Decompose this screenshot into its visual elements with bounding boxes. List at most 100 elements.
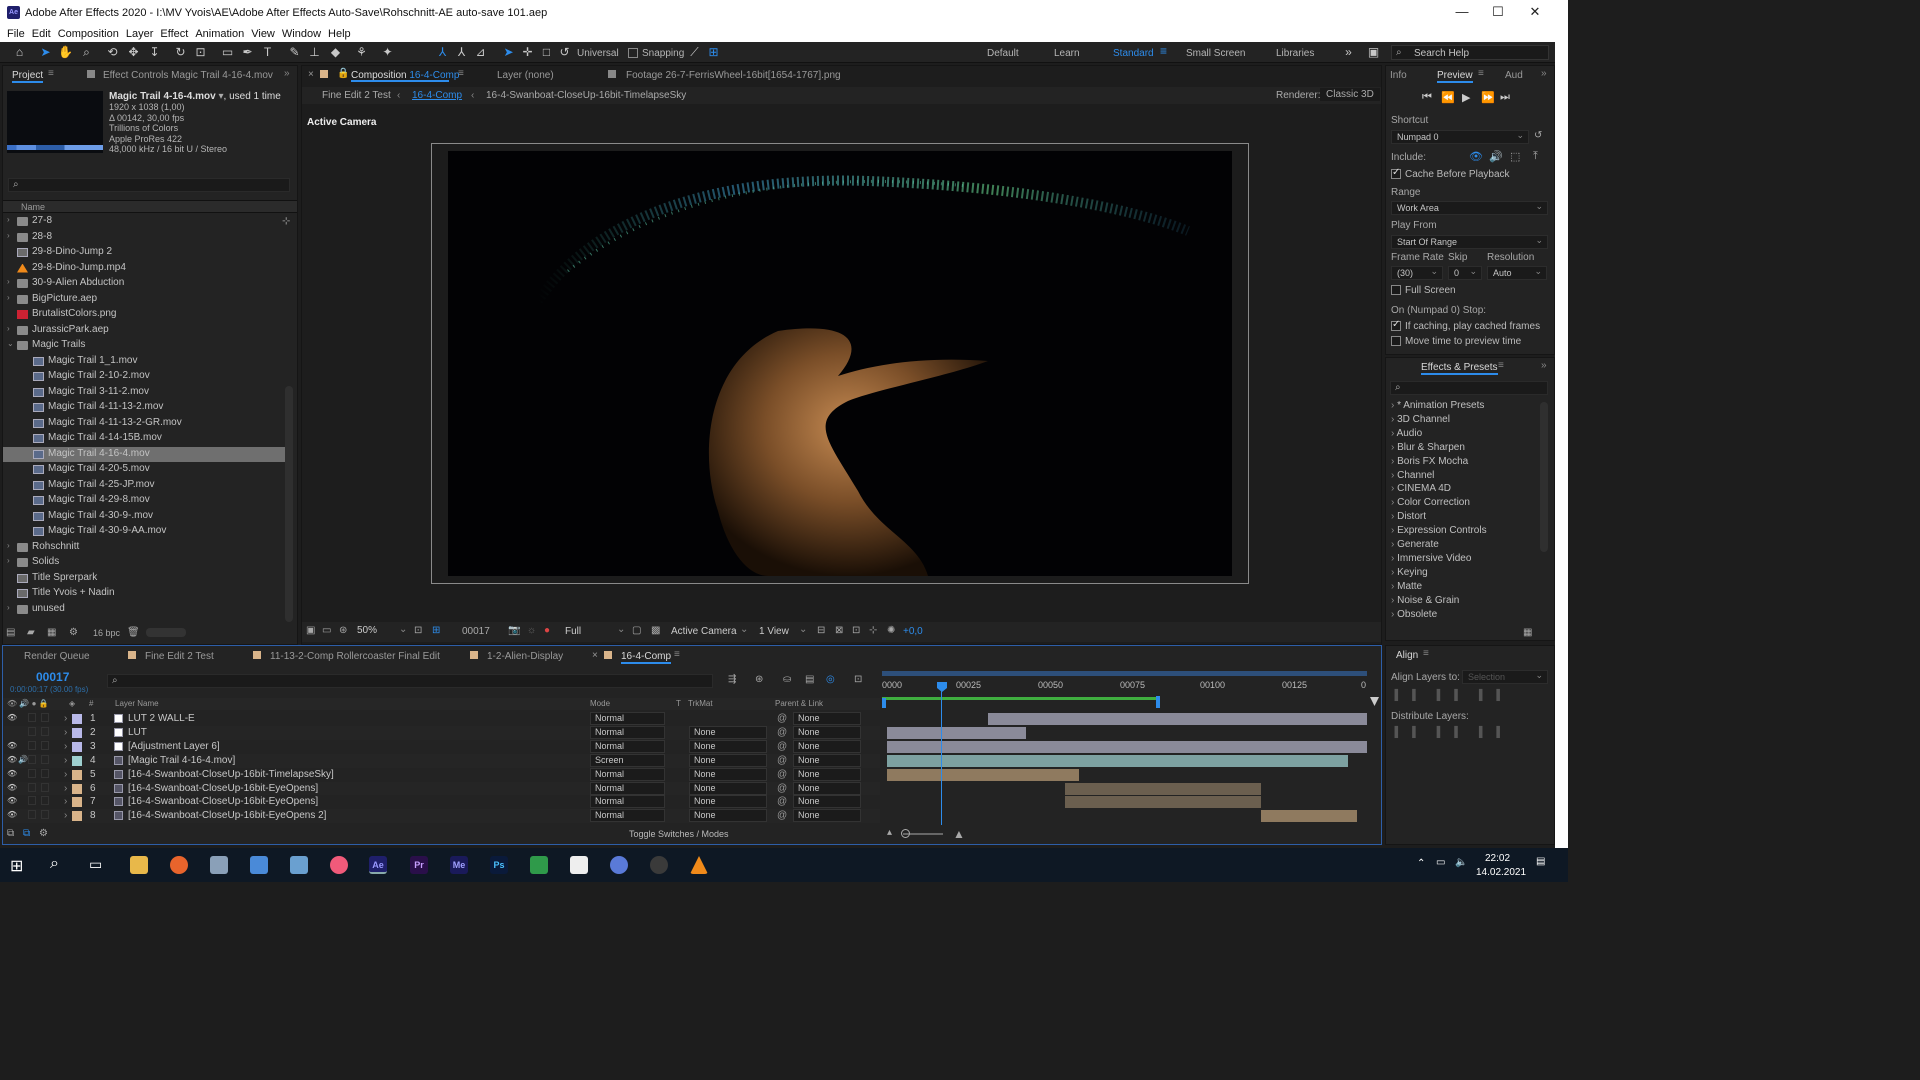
visibility-eye-icon[interactable]: 👁 bbox=[7, 755, 17, 764]
first-frame-icon[interactable]: ⏮ bbox=[1422, 91, 1432, 104]
effect-category[interactable]: › Channel bbox=[1391, 470, 1434, 481]
menu-animation[interactable]: Animation bbox=[195, 28, 244, 40]
fit-icon[interactable]: ⊡ bbox=[414, 625, 422, 636]
app-circle-icon[interactable] bbox=[610, 856, 628, 874]
project-item[interactable]: Magic Trail 1_1.mov bbox=[3, 354, 285, 369]
thumbnail-size-slider[interactable] bbox=[146, 628, 186, 637]
show-snapshot-icon[interactable]: ☼ bbox=[527, 625, 536, 636]
effect-category[interactable]: › Noise & Grain bbox=[1391, 595, 1459, 606]
disclosure-arrow-icon[interactable]: › bbox=[7, 541, 10, 550]
next-frame-icon[interactable]: ⏩ bbox=[1481, 91, 1495, 104]
project-item[interactable]: › 30-9-Alien Abduction bbox=[3, 276, 285, 291]
parent-dropdown[interactable]: None bbox=[793, 795, 861, 809]
track-matte-dropdown[interactable]: None bbox=[689, 781, 767, 795]
lock-toggle[interactable] bbox=[41, 740, 49, 750]
close-comp-tab-icon[interactable]: × bbox=[308, 69, 314, 80]
project-item[interactable]: Title Sprerpark bbox=[3, 571, 285, 586]
home-icon[interactable]: ⌂ bbox=[12, 45, 27, 60]
project-item[interactable]: 29-8-Dino-Jump.mp4 bbox=[3, 261, 285, 276]
layer-name[interactable]: LUT bbox=[128, 727, 147, 738]
project-item[interactable]: Magic Trail 4-16-4.mov bbox=[3, 446, 285, 462]
pick-whip-icon[interactable]: @ bbox=[777, 783, 787, 794]
solo-toggle[interactable] bbox=[28, 754, 36, 764]
effect-category[interactable]: › CINEMA 4D bbox=[1391, 483, 1451, 494]
parent-dropdown[interactable]: None bbox=[793, 753, 861, 767]
workspace-menu-icon[interactable]: ≡ bbox=[1156, 44, 1171, 59]
always-preview-icon[interactable]: ▣ bbox=[306, 625, 315, 636]
visibility-eye-icon[interactable]: 👁 bbox=[7, 783, 17, 792]
solo-toggle[interactable] bbox=[28, 726, 36, 736]
new-preset-icon[interactable]: ▦ bbox=[1523, 627, 1532, 638]
tray-chevron-icon[interactable]: ⌃ bbox=[1417, 858, 1425, 869]
blend-mode-dropdown[interactable]: Normal bbox=[590, 809, 665, 823]
disclosure-arrow-icon[interactable]: › bbox=[7, 293, 10, 302]
layer-name[interactable]: [16-4-Swanboat-CloseUp-16bit-EyeOpens] bbox=[128, 783, 318, 794]
project-item[interactable]: Magic Trail 4-30-9-.mov bbox=[3, 509, 285, 524]
expand-arrow-icon[interactable]: › bbox=[64, 741, 67, 752]
spreadsheet-icon[interactable] bbox=[530, 856, 548, 874]
track-matte-dropdown[interactable]: None bbox=[689, 809, 767, 823]
panel-overflow-icon[interactable]: » bbox=[284, 68, 290, 79]
lock-icon[interactable]: 🔒 bbox=[337, 68, 349, 79]
unified-camera-tool-icon[interactable]: ➤ bbox=[501, 45, 516, 60]
type-tool-icon[interactable]: T bbox=[260, 45, 275, 60]
exposure-value[interactable]: +0,0 bbox=[903, 626, 923, 637]
snapshot-icon[interactable]: 📷 bbox=[508, 625, 520, 636]
effect-category[interactable]: › Matte bbox=[1391, 581, 1422, 592]
windows-start-icon[interactable]: ⊞ bbox=[10, 856, 23, 876]
timeline-zoom-thumb[interactable] bbox=[901, 829, 910, 838]
layer-name-header[interactable]: Layer Name bbox=[115, 699, 159, 708]
lock-toggle[interactable] bbox=[41, 754, 49, 764]
panel-overflow-icon[interactable]: » bbox=[1541, 360, 1547, 371]
project-item[interactable]: Magic Trail 4-30-9-AA.mov bbox=[3, 524, 285, 539]
project-item[interactable]: 29-8-Dino-Jump 2 bbox=[3, 245, 285, 260]
breadcrumb-fine-edit[interactable]: Fine Edit 2 Test bbox=[322, 90, 391, 101]
expand-arrow-icon[interactable]: › bbox=[64, 810, 67, 821]
pen-tool-icon[interactable]: ✒ bbox=[240, 45, 255, 60]
workspace-small-screen[interactable]: Small Screen bbox=[1186, 48, 1245, 59]
effects-menu-icon[interactable]: ≡ bbox=[1498, 360, 1504, 371]
current-timecode[interactable]: 00017 bbox=[36, 670, 69, 684]
export-icon[interactable]: ⤒ bbox=[1533, 150, 1538, 163]
disclosure-arrow-icon[interactable]: › bbox=[7, 556, 10, 565]
timeline-layer-row[interactable]: 👁 › 3 [Adjustment Layer 6] Normal None @ None bbox=[4, 739, 880, 754]
expand-arrow-icon[interactable]: › bbox=[64, 769, 67, 780]
project-item[interactable]: › Rohschnitt bbox=[3, 540, 285, 555]
visibility-eye-icon[interactable]: 👁 bbox=[7, 810, 17, 819]
monitor-icon[interactable]: ▭ bbox=[322, 625, 331, 636]
resolution-dropdown[interactable]: Full bbox=[565, 626, 581, 637]
preview-menu-icon[interactable]: ≡ bbox=[1478, 68, 1484, 79]
flowchart-icon[interactable]: ⊹ bbox=[869, 625, 877, 636]
project-scrollbar[interactable] bbox=[285, 386, 293, 622]
view-axis-icon[interactable]: ⊿ bbox=[473, 45, 488, 60]
workspace-standard[interactable]: Standard bbox=[1113, 48, 1154, 59]
visibility-eye-icon[interactable]: 👁 bbox=[7, 713, 17, 722]
brush-tool-icon[interactable]: ✎ bbox=[287, 45, 302, 60]
volume-icon[interactable]: 🔈 bbox=[1455, 857, 1467, 868]
firefox-icon[interactable] bbox=[170, 856, 188, 874]
clone-stamp-tool-icon[interactable]: ⊥ bbox=[307, 45, 322, 60]
more-workspaces-icon[interactable]: » bbox=[1341, 45, 1356, 60]
move-time-checkbox[interactable] bbox=[1391, 336, 1401, 346]
comp-menu-icon[interactable]: ≡ bbox=[458, 68, 464, 79]
world-axis-icon[interactable]: ⅄ bbox=[454, 45, 469, 60]
project-menu-icon[interactable]: ≡ bbox=[48, 68, 54, 79]
time-ruler[interactable]: 0000 00025 00050 00075 00100 00125 0 bbox=[882, 671, 1367, 711]
effect-category[interactable]: › Color Correction bbox=[1391, 497, 1470, 508]
label-color-swatch[interactable] bbox=[72, 769, 82, 780]
visibility-eye-icon[interactable]: 👁 bbox=[7, 769, 17, 778]
pick-whip-icon[interactable]: @ bbox=[777, 741, 787, 752]
graph-editor-icon[interactable]: ⊡ bbox=[854, 674, 862, 685]
maximize-button[interactable]: ☐ bbox=[1483, 4, 1513, 20]
photos-icon[interactable] bbox=[330, 856, 348, 874]
reset-exposure-icon[interactable]: ✺ bbox=[887, 625, 895, 636]
label-color-swatch[interactable] bbox=[72, 755, 82, 766]
disclosure-arrow-icon[interactable]: › bbox=[7, 603, 10, 612]
solo-toggle[interactable] bbox=[28, 768, 36, 778]
blend-mode-dropdown[interactable]: Normal bbox=[590, 739, 665, 753]
notes-icon[interactable] bbox=[290, 856, 308, 874]
project-item[interactable]: › unused bbox=[3, 602, 285, 617]
workspace-default[interactable]: Default bbox=[987, 48, 1019, 59]
dolly-camera-tool-icon[interactable]: ↧ bbox=[147, 45, 162, 60]
crosshair-icon[interactable]: ✛ bbox=[520, 45, 535, 60]
